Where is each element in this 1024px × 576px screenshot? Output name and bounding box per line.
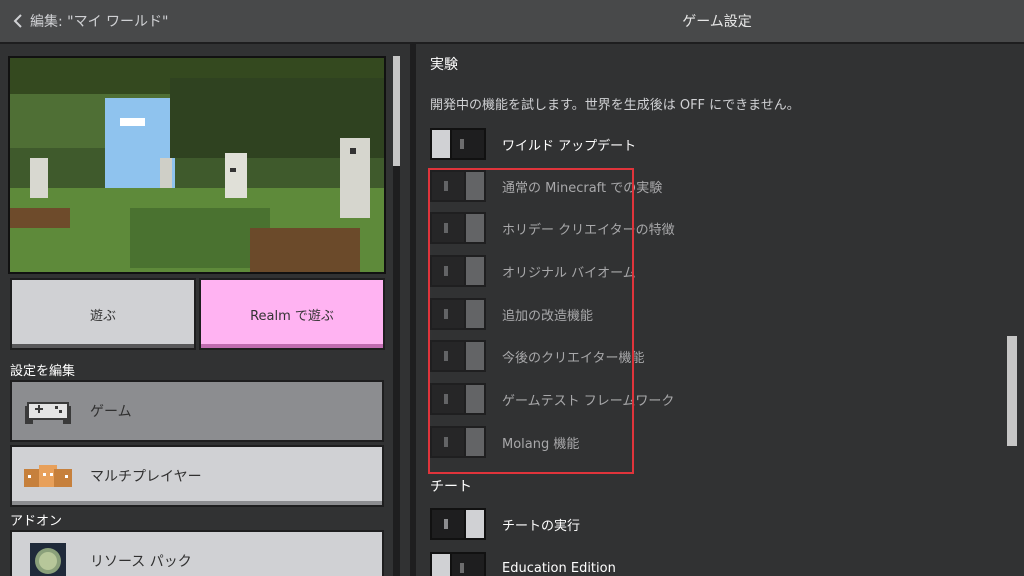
toggle-track-mark: [444, 266, 448, 276]
toggle-label: オリジナル バイオーム: [502, 265, 636, 281]
toggle-knob[interactable]: [430, 128, 452, 160]
toggle-knob: [464, 426, 486, 458]
toggle-track-mark: [444, 437, 448, 447]
experiments-heading: 実験: [430, 57, 458, 73]
menu-item-resource-packs-label: リソース パック: [90, 554, 192, 570]
right-scrollbar-thumb[interactable]: [1007, 336, 1017, 446]
toggle-track-mark: [444, 519, 448, 529]
toggle-switch: [430, 255, 486, 287]
menu-item-game[interactable]: ゲーム: [10, 380, 384, 442]
cheats-heading: チート: [430, 479, 472, 495]
toggle-switch: [430, 298, 486, 330]
players-icon: [24, 456, 72, 496]
toggle-switch: [430, 212, 486, 244]
page-title: ゲーム設定: [682, 14, 752, 30]
menu-item-multiplayer-label: マルチプレイヤー: [90, 469, 202, 485]
toggle-knob[interactable]: [464, 508, 486, 540]
toggle-knob: [464, 298, 486, 330]
toggle-knob: [464, 170, 486, 202]
world-preview-image: [8, 56, 386, 274]
toggle-track-mark: [444, 223, 448, 233]
experiments-description: 開発中の機能を試します。世界を生成後は OFF にできません。: [430, 98, 800, 113]
toggle-switch[interactable]: [430, 128, 486, 160]
toggle-knob: [464, 212, 486, 244]
toggle-knob: [464, 383, 486, 415]
play-button[interactable]: 遊ぶ: [10, 278, 196, 350]
toggle-label: ゲームテスト フレームワーク: [502, 393, 675, 409]
toggle-track-mark: [444, 181, 448, 191]
toggle-track-mark: [444, 309, 448, 319]
toggle-label: ワイルド アップデート: [502, 138, 637, 154]
menu-item-resource-packs[interactable]: リソース パック: [10, 530, 384, 576]
toggle-label: 追加の改造機能: [502, 308, 594, 324]
toggle-label: 今後のクリエイター機能: [502, 350, 645, 366]
left-scrollbar-thumb[interactable]: [393, 56, 400, 166]
toggle-knob: [464, 255, 486, 287]
toggle-switch: [430, 340, 486, 372]
toggle-track-mark: [444, 351, 448, 361]
toggle-track-mark: [444, 394, 448, 404]
toggle-switch: [430, 170, 486, 202]
title-bar: 編集: "マイ ワールド" ゲーム設定: [0, 0, 1024, 44]
back-button[interactable]: 編集: "マイ ワールド": [6, 8, 175, 34]
toggle-label: Molang 機能: [502, 436, 580, 452]
controller-icon: [24, 391, 72, 431]
menu-item-game-label: ゲーム: [90, 404, 132, 420]
toggle-label: Education Edition: [502, 560, 616, 576]
toggle-label: 通常の Minecraft での実験: [502, 180, 663, 196]
chevron-left-icon: [13, 14, 22, 28]
toggle-switch[interactable]: [430, 552, 486, 576]
back-label: 編集: "マイ ワールド": [30, 14, 169, 30]
left-panel: 遊ぶ Realm で遊ぶ 設定を編集 ゲーム マルチプレイヤー アドオン リソー…: [0, 44, 410, 576]
right-scrollbar[interactable]: [1007, 44, 1017, 576]
toggle-track-mark: [460, 563, 464, 573]
addons-label: アドオン: [10, 514, 63, 529]
toggle-track-mark: [460, 139, 464, 149]
toggle-label: ホリデー クリエイターの特徴: [502, 222, 675, 238]
right-panel: 実験 開発中の機能を試します。世界を生成後は OFF にできません。 ワイルド …: [416, 44, 1024, 576]
left-scrollbar[interactable]: [393, 56, 400, 576]
toggle-switch: [430, 383, 486, 415]
play-on-realm-button[interactable]: Realm で遊ぶ: [199, 278, 385, 350]
menu-item-multiplayer[interactable]: マルチプレイヤー: [10, 445, 384, 507]
toggle-knob: [464, 340, 486, 372]
toggle-switch: [430, 426, 486, 458]
toggle-label: チートの実行: [502, 518, 581, 534]
resource-pack-icon: [24, 541, 72, 576]
edit-settings-label: 設定を編集: [10, 364, 76, 379]
toggle-knob[interactable]: [430, 552, 452, 576]
toggle-switch[interactable]: [430, 508, 486, 540]
